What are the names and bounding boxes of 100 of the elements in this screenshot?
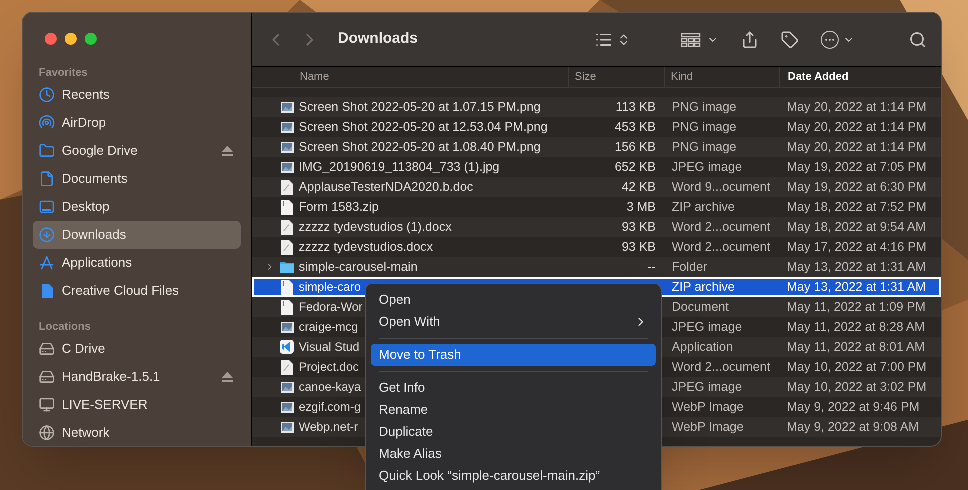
- menu-item[interactable]: Open: [371, 289, 656, 311]
- folder-icon: [280, 261, 294, 273]
- file-name: Screen Shot 2022-05-20 at 1.07.15 PM.png: [299, 98, 541, 116]
- sidebar-label: AirDrop: [62, 114, 106, 132]
- apps-icon: [39, 255, 55, 271]
- menu-item[interactable]: Move to Trash: [371, 344, 656, 366]
- file-size: 652 KB: [614, 160, 656, 174]
- file-name: ApplauseTesterNDA2020.b.doc: [299, 178, 474, 196]
- column-header[interactable]: Name: [252, 67, 568, 87]
- sidebar-label: Recents: [62, 86, 110, 104]
- image-file-icon: [280, 102, 294, 112]
- close-button[interactable]: [45, 33, 57, 45]
- file-kind: PNG image: [672, 98, 737, 116]
- menu-item[interactable]: Duplicate: [371, 421, 656, 443]
- file-name: simple-caro: [299, 279, 362, 296]
- file-kind: JPEG image: [672, 158, 742, 176]
- image-file-icon: [280, 142, 294, 152]
- file-row[interactable]: ApplauseTesterNDA2020.b.doc 42 KB Word 9...ocument May 19, 2022 at 6:30 PM: [252, 177, 941, 197]
- desktop-icon: [39, 199, 55, 215]
- file-name: craige-mcg: [299, 319, 358, 336]
- eject-icon[interactable]: [222, 146, 233, 156]
- column-header[interactable]: Kind: [664, 67, 779, 87]
- file-row[interactable]: Screen Shot 2022-05-20 at 1.08.40 PM.png 156 KB PNG image May 20, 2022 at 1:14 PM: [252, 137, 941, 157]
- menu-item[interactable]: Get Info: [371, 377, 656, 399]
- sidebar-label: C Drive: [62, 340, 106, 358]
- file-size: 93 KB: [622, 220, 656, 234]
- image-file-icon: [280, 422, 294, 432]
- sidebar-item[interactable]: HandBrake-1.5.1: [33, 363, 241, 391]
- clock-icon: [39, 87, 55, 103]
- file-icon: [281, 300, 293, 314]
- sidebar-item[interactable]: Downloads: [33, 221, 241, 249]
- sidebar-item[interactable]: Creative Cloud Files: [33, 277, 241, 305]
- minimize-button[interactable]: [65, 33, 77, 45]
- file-kind: JPEG image: [672, 318, 742, 336]
- search-icon[interactable]: [909, 30, 927, 48]
- file-kind: JPEG image: [672, 378, 742, 396]
- window-title: Downloads: [338, 29, 418, 50]
- file-name: simple-carousel-main: [299, 258, 418, 276]
- file-date: May 11, 2022 at 8:28 AM: [787, 320, 926, 334]
- sidebar-item[interactable]: Recents: [33, 81, 241, 109]
- sidebar-item[interactable]: Desktop: [33, 193, 241, 221]
- document-icon: [39, 171, 55, 187]
- zoom-button[interactable]: [85, 33, 97, 45]
- menu-item[interactable]: Make Alias: [371, 443, 656, 465]
- column-header[interactable]: Date Added: [779, 67, 941, 87]
- file-size: --: [648, 260, 656, 274]
- sidebar-item[interactable]: C Drive: [33, 335, 241, 363]
- file-date: May 11, 2022 at 8:01 AM: [787, 340, 926, 354]
- menu-item[interactable]: Quick Look “simple-carousel-main.zip”: [371, 465, 656, 487]
- file-date: May 13, 2022 at 1:31 AM: [787, 260, 926, 274]
- sidebar-item[interactable]: Applications: [33, 249, 241, 277]
- image-file-icon: [280, 382, 294, 392]
- image-file-icon: [280, 322, 294, 332]
- sidebar-item[interactable]: Network: [33, 419, 241, 446]
- download-icon: [39, 227, 55, 243]
- sidebar-item[interactable]: LIVE-SERVER: [33, 391, 241, 419]
- tag-icon[interactable]: [781, 30, 799, 48]
- file-name: IMG_20190619_113804_733 (1).jpg: [299, 158, 500, 176]
- file-icon: [281, 200, 293, 214]
- eject-icon[interactable]: [222, 372, 233, 382]
- file-kind: Word 2...ocument: [672, 218, 770, 236]
- file-icon: [39, 283, 55, 299]
- folder-icon: [39, 143, 55, 159]
- file-name: Visual Stud: [299, 339, 360, 356]
- file-kind: WebP Image: [672, 398, 744, 416]
- sidebar-label: LIVE-SERVER: [62, 396, 148, 414]
- file-kind: ZIP archive: [672, 198, 735, 216]
- share-icon[interactable]: [741, 30, 759, 48]
- file-row[interactable]: simple-carousel-main -- Folder May 13, 2022 at 1:31 AM: [252, 257, 941, 277]
- file-kind: Word 9...ocument: [672, 178, 770, 196]
- menu-item[interactable]: Open With: [371, 311, 656, 333]
- document-file-icon: [281, 240, 293, 254]
- file-date: May 18, 2022 at 7:52 PM: [787, 200, 927, 214]
- file-date: May 17, 2022 at 4:16 PM: [787, 240, 927, 254]
- sidebar-label: Documents: [62, 170, 128, 188]
- file-date: May 20, 2022 at 1:14 PM: [787, 100, 927, 114]
- column-header[interactable]: Size: [568, 67, 664, 87]
- file-date: May 10, 2022 at 3:02 PM: [787, 380, 927, 394]
- file-name: Form 1583.zip: [299, 198, 379, 216]
- sidebar-item[interactable]: Documents: [33, 165, 241, 193]
- image-file-icon: [280, 162, 294, 172]
- file-kind: PNG image: [672, 138, 737, 156]
- more-icon[interactable]: [821, 30, 839, 48]
- file-name: ezgif.com-g: [299, 399, 362, 416]
- file-kind: PNG image: [672, 118, 737, 136]
- image-file-icon: [280, 402, 294, 412]
- sidebar-item[interactable]: AirDrop: [33, 109, 241, 137]
- file-name: zzzzz tydevstudios (1).docx: [299, 218, 452, 236]
- file-size: 453 KB: [614, 120, 656, 134]
- file-size: 42 KB: [622, 180, 656, 194]
- file-name: Screen Shot 2022-05-20 at 12.53.04 PM.png: [299, 118, 548, 136]
- menu-item[interactable]: Rename: [371, 399, 656, 421]
- file-row[interactable]: Screen Shot 2022-05-20 at 1.07.15 PM.png 113 KB PNG image May 20, 2022 at 1:14 PM: [252, 97, 941, 117]
- file-row[interactable]: zzzzz tydevstudios (1).docx 93 KB Word 2...ocument May 18, 2022 at 9:54 AM: [252, 217, 941, 237]
- file-date: May 19, 2022 at 7:05 PM: [787, 160, 927, 174]
- grid-icon[interactable]: [681, 32, 701, 46]
- sidebar-label: HandBrake-1.5.1: [62, 368, 160, 386]
- sidebar-item[interactable]: Google Drive: [33, 137, 241, 165]
- file-date: May 10, 2022 at 7:00 PM: [787, 360, 927, 374]
- file-icon: [281, 280, 293, 294]
